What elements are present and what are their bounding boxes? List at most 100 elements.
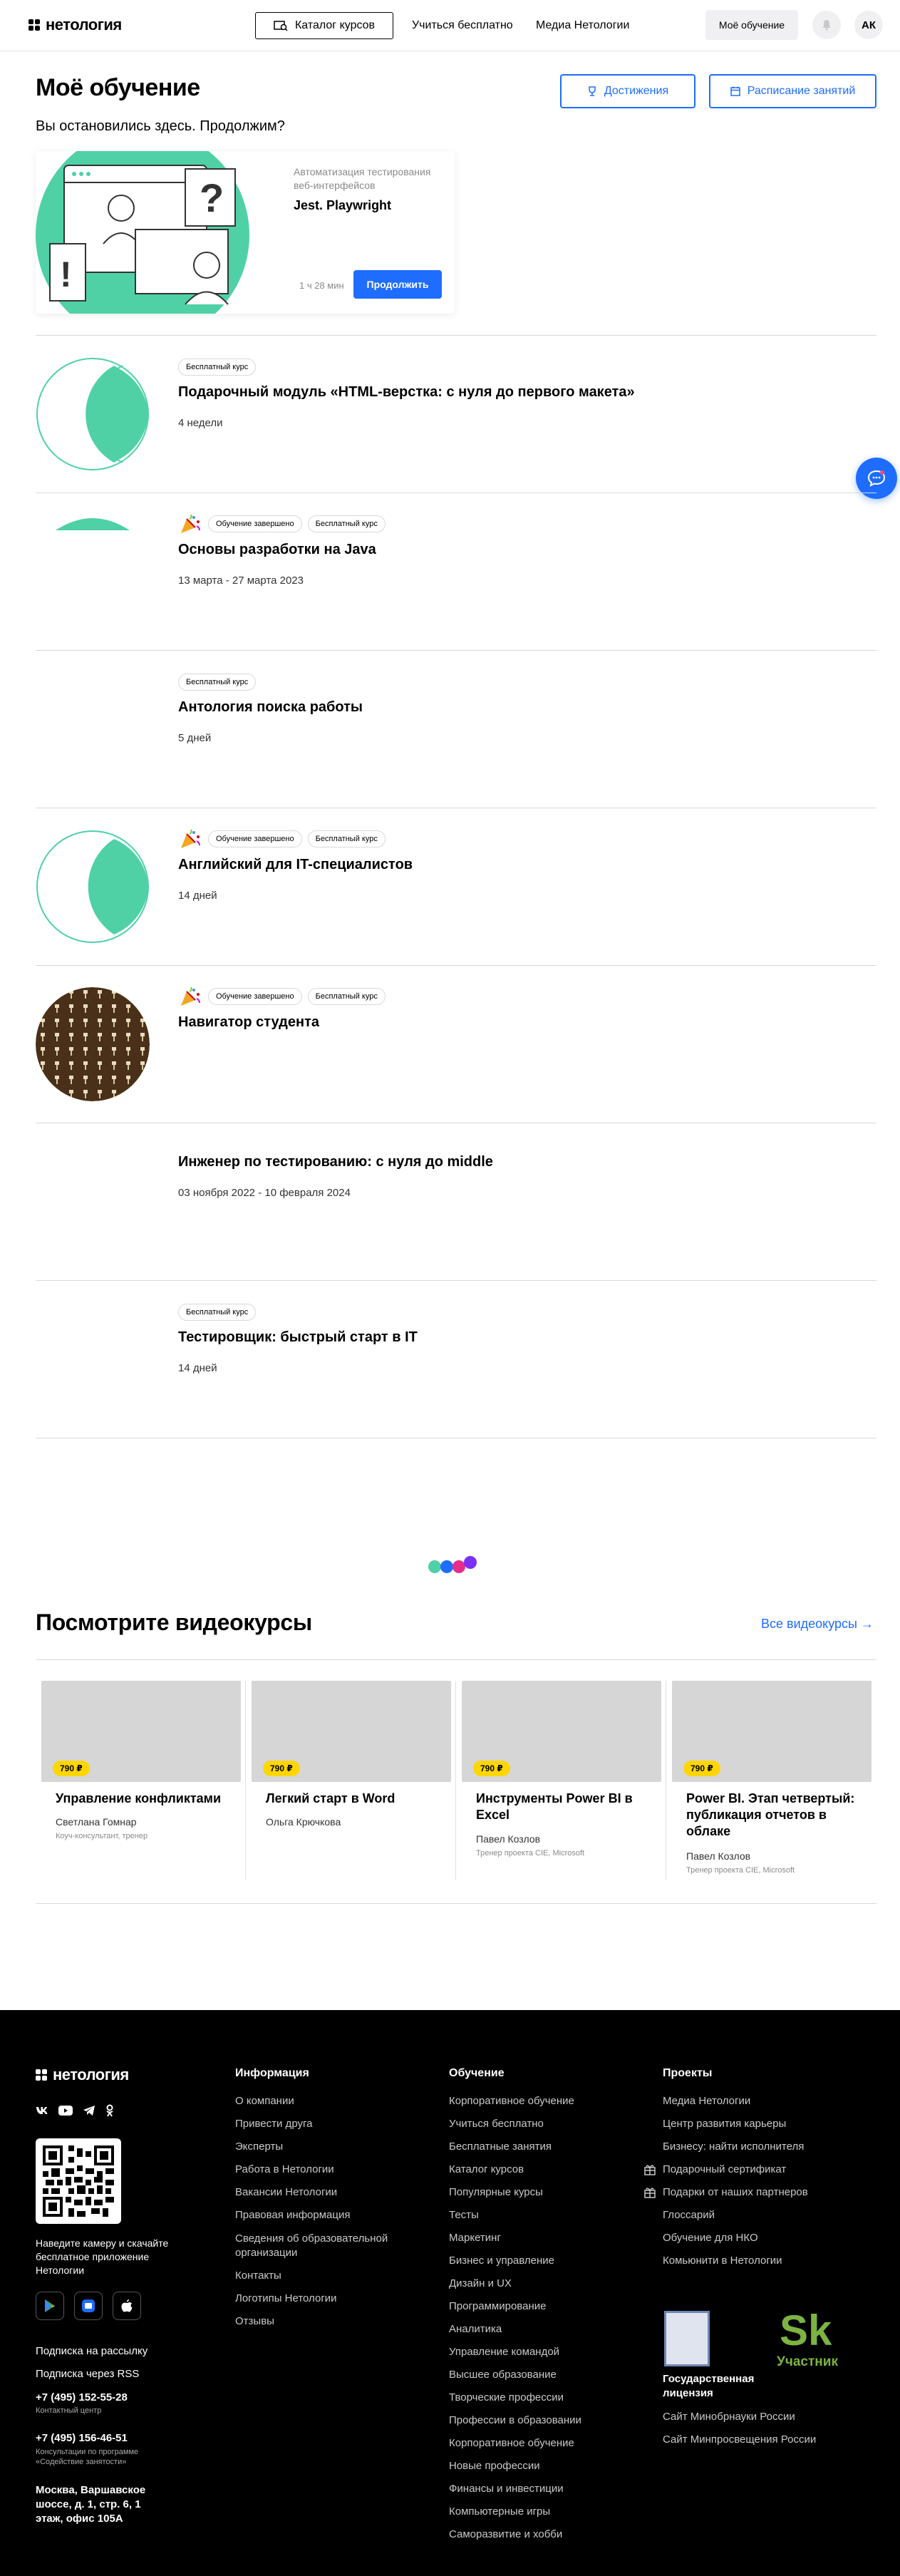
course-row[interactable]: Инженер по тестированию: с нуля до middl…	[0, 1123, 900, 1280]
catalog-button[interactable]: Каталог курсов	[255, 12, 393, 39]
license-image[interactable]	[664, 2311, 710, 2366]
license-link[interactable]: Государственная лицензия	[663, 2372, 777, 2401]
footer-link[interactable]: Комьюнити в Нетологии	[663, 2255, 782, 2267]
footer-link[interactable]: Эксперты	[235, 2140, 283, 2153]
achievements-button[interactable]: Достижения	[560, 74, 695, 108]
footer-link[interactable]: Саморазвитие и хобби	[449, 2528, 562, 2540]
course-row[interactable]: Обучение завершено Бесплатный курс Англи…	[0, 808, 900, 965]
footer-link[interactable]: Бизнес и управление	[449, 2255, 554, 2267]
nav-free-learning[interactable]: Учиться бесплатно	[412, 19, 513, 32]
video-card[interactable]: 790 ₽ Инструменты Power BI в Excel Павел…	[462, 1681, 661, 1880]
notifications-button[interactable]	[812, 11, 841, 39]
course-title[interactable]: Инженер по тестированию: с нуля до middl…	[178, 1154, 493, 1170]
footer-link[interactable]: Вакансии Нетологии	[235, 2186, 337, 2198]
schedule-button[interactable]: Расписание занятий	[709, 74, 876, 108]
nav-media[interactable]: Медиа Нетологии	[536, 19, 629, 32]
video-title[interactable]: Power BI. Этап четвертый: публикация отч…	[686, 1791, 864, 1840]
youtube-icon[interactable]	[58, 2106, 73, 2116]
apple-icon	[121, 2299, 133, 2312]
phone-contact[interactable]: +7 (495) 152-55-28	[36, 2391, 128, 2404]
footer-link[interactable]: Глоссарий	[663, 2209, 715, 2221]
footer-link[interactable]: Подарочный сертификат	[663, 2163, 786, 2175]
footer-link[interactable]: Высшее образование	[449, 2369, 557, 2381]
odnoklassniki-icon[interactable]	[105, 2104, 114, 2117]
footer-logo[interactable]: нетология	[36, 2066, 129, 2084]
video-title[interactable]: Легкий старт в Word	[266, 1791, 444, 1807]
footer-link[interactable]: Программирование	[449, 2300, 546, 2312]
footer-link[interactable]: Учиться бесплатно	[449, 2118, 544, 2130]
footer-link[interactable]: Контакты	[235, 2270, 281, 2282]
app-gallery-button[interactable]	[74, 2292, 103, 2320]
footer-link[interactable]: Управление командой	[449, 2346, 559, 2358]
footer-link[interactable]: Медиа Нетологии	[663, 2095, 750, 2107]
footer-link[interactable]: Бесплатные занятия	[449, 2140, 552, 2153]
footer-link[interactable]: Профессии в образовании	[449, 2414, 581, 2426]
footer-link[interactable]: Сведения об образовательной организации	[235, 2232, 420, 2260]
avatar[interactable]: АК	[854, 11, 883, 39]
footer-link[interactable]: Обучение для НКО	[663, 2232, 758, 2244]
footer-link[interactable]: Финансы и инвестиции	[449, 2483, 564, 2495]
phone-employment[interactable]: +7 (495) 156-46-51	[36, 2432, 128, 2444]
vk-icon[interactable]	[36, 2106, 48, 2115]
rss-link[interactable]: Подписка через RSS	[36, 2368, 139, 2380]
course-row[interactable]: Бесплатный курс Антология поиска работы …	[0, 651, 900, 808]
video-author: Павел Козлов	[686, 1850, 751, 1862]
video-card[interactable]: 790 ₽ Управление конфликтами Светлана Го…	[41, 1681, 241, 1880]
svg-text:!: !	[60, 254, 72, 294]
footer-link[interactable]: Маркетинг	[449, 2232, 501, 2244]
course-title[interactable]: Тестировщик: быстрый старт в IT	[178, 1329, 418, 1346]
course-row[interactable]: Обучение завершено Бесплатный курс Навиг…	[0, 966, 900, 1123]
footer-link[interactable]: Отзывы	[235, 2315, 274, 2327]
telegram-icon[interactable]	[83, 2105, 95, 2116]
footer-link[interactable]: Компьютерные игры	[449, 2505, 550, 2518]
skolkovo-logo[interactable]: Sk Участник	[777, 2307, 848, 2369]
achievements-label: Достижения	[604, 85, 669, 97]
footer-link[interactable]: Центр развития карьеры	[663, 2118, 786, 2130]
calendar-icon	[730, 86, 740, 96]
course-title[interactable]: Навигатор студента	[178, 1014, 319, 1031]
footer-link[interactable]: Творческие профессии	[449, 2391, 564, 2404]
google-play-button[interactable]	[36, 2292, 64, 2320]
footer-link[interactable]: Бизнесу: найти исполнителя	[663, 2140, 804, 2153]
footer-link[interactable]: Сайт Минобрнауки России	[663, 2411, 795, 2423]
course-row[interactable]: Бесплатный курс Тестировщик: быстрый ста…	[0, 1281, 900, 1438]
gift-icon	[644, 2188, 656, 2198]
video-thumbnail: 790 ₽	[41, 1681, 241, 1782]
course-title[interactable]: Антология поиска работы	[178, 699, 363, 716]
skolkovo-caption: Участник	[777, 2354, 838, 2369]
course-title[interactable]: Английский для IT-специалистов	[178, 857, 413, 873]
footer-link[interactable]: Дизайн и UX	[449, 2277, 512, 2289]
footer-link[interactable]: О компании	[235, 2095, 294, 2107]
video-card[interactable]: 790 ₽ Power BI. Этап четвертый: публикац…	[672, 1681, 871, 1880]
app-store-button[interactable]	[113, 2292, 141, 2320]
footer-link[interactable]: Каталог курсов	[449, 2163, 524, 2175]
footer-link[interactable]: Популярные курсы	[449, 2186, 543, 2198]
course-image	[36, 830, 150, 944]
footer-link[interactable]: Новые профессии	[449, 2460, 540, 2472]
app-gallery-icon	[82, 2299, 95, 2312]
continue-button[interactable]: Продолжить	[353, 270, 442, 299]
newsletter-link[interactable]: Подписка на рассылку	[36, 2345, 148, 2357]
footer-link[interactable]: Корпоративное обучение	[449, 2095, 574, 2107]
video-title[interactable]: Управление конфликтами	[56, 1791, 234, 1807]
all-videos-link[interactable]: Все видеокурсы →	[761, 1617, 874, 1632]
footer-link[interactable]: Сайт Минпросвещения России	[663, 2433, 816, 2446]
course-title[interactable]: Подарочный модуль «HTML-верстка: с нуля …	[178, 384, 635, 401]
continue-course-card[interactable]: ? ! Автоматизация тестирования веб-интер…	[36, 151, 455, 314]
footer-link[interactable]: Аналитика	[449, 2323, 502, 2335]
footer-link[interactable]: Привести друга	[235, 2118, 312, 2130]
my-learning-button[interactable]: Моё обучение	[705, 10, 798, 40]
video-title[interactable]: Инструменты Power BI в Excel	[476, 1791, 654, 1823]
footer-link[interactable]: Логотипы Нетологии	[235, 2292, 337, 2304]
footer-link[interactable]: Работа в Нетологии	[235, 2163, 334, 2175]
course-row[interactable]: Обучение завершено Бесплатный курс Основ…	[0, 493, 900, 650]
footer-link[interactable]: Корпоративное обучение	[449, 2437, 574, 2449]
course-title[interactable]: Основы разработки на Java	[178, 542, 376, 558]
logo[interactable]: нетология	[29, 16, 122, 34]
footer-link[interactable]: Правовая информация	[235, 2209, 350, 2221]
footer-link[interactable]: Подарки от наших партнеров	[663, 2186, 808, 2198]
footer-link[interactable]: Тесты	[449, 2209, 479, 2221]
video-card[interactable]: 790 ₽ Легкий старт в Word Ольга Крючкова	[252, 1681, 451, 1880]
price-badge: 790 ₽	[683, 1761, 720, 1776]
course-row[interactable]: Бесплатный курс Подарочный модуль «HTML-…	[0, 336, 900, 493]
